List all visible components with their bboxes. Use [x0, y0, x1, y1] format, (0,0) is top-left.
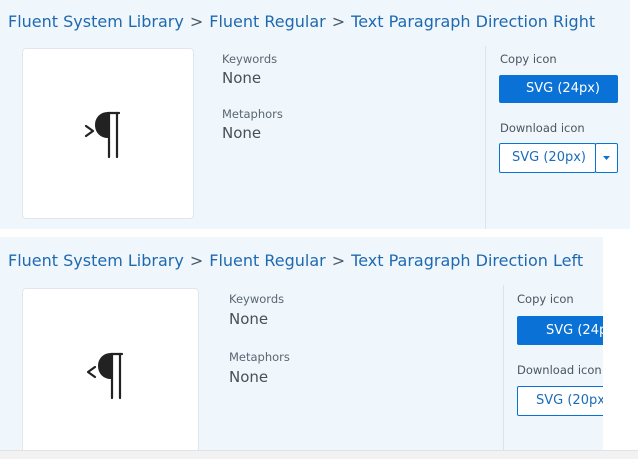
breadcrumb-separator: >: [189, 12, 204, 31]
metaphors-label: Metaphors: [222, 107, 283, 121]
breadcrumb-style-link[interactable]: Fluent Regular: [209, 251, 326, 270]
breadcrumb-separator: >: [331, 251, 346, 270]
text-paragraph-direction-right-icon: [84, 111, 121, 159]
divider: [485, 46, 486, 229]
breadcrumb-icon-name: Text Paragraph Direction Left: [351, 251, 584, 270]
copy-svg-button[interactable]: SVG (24px): [517, 316, 603, 345]
download-svg-button[interactable]: SVG (20px): [499, 143, 596, 173]
metaphors-label: Metaphors: [229, 350, 290, 364]
metaphors-value: None: [222, 124, 262, 142]
keywords-label: Keywords: [229, 292, 285, 306]
breadcrumb: Fluent System Library > Fluent Regular > Tex…: [8, 12, 595, 31]
keywords-value: None: [229, 310, 269, 328]
breadcrumb-style-link[interactable]: Fluent Regular: [209, 12, 326, 31]
caret-down-icon: [603, 156, 610, 160]
text-paragraph-direction-left-icon: [86, 352, 124, 400]
keywords-label: Keywords: [222, 52, 278, 66]
keywords-value: None: [222, 69, 262, 87]
copy-icon-label: Copy icon: [517, 292, 574, 306]
download-options-dropdown[interactable]: [595, 143, 618, 173]
copy-svg-button-label: SVG (24px): [526, 81, 600, 96]
icon-detail-panel-right: Fluent System Library > Fluent Regular > Tex…: [0, 0, 630, 229]
breadcrumb-separator: >: [331, 12, 346, 31]
download-svg-button[interactable]: SVG (20px): [517, 386, 603, 416]
icon-detail-panel-left: Fluent System Library > Fluent Regular > Tex…: [0, 237, 603, 450]
download-svg-button-label: SVG (20px): [536, 393, 603, 408]
metaphors-value: None: [229, 368, 269, 386]
breadcrumb-library-link[interactable]: Fluent System Library: [8, 12, 184, 31]
copy-icon-label: Copy icon: [500, 52, 557, 66]
breadcrumb-icon-name: Text Paragraph Direction Right: [351, 12, 596, 31]
download-icon-label: Download icon: [500, 121, 585, 135]
download-svg-button-label: SVG (20px): [512, 150, 586, 165]
copy-svg-button[interactable]: SVG (24px): [499, 75, 618, 103]
icon-preview: [22, 288, 199, 450]
breadcrumb-library-link[interactable]: Fluent System Library: [8, 251, 184, 270]
breadcrumb-separator: >: [189, 251, 204, 270]
breadcrumb: Fluent System Library > Fluent Regular > Tex…: [8, 251, 583, 270]
copy-svg-button-label: SVG (24px): [546, 323, 603, 338]
download-icon-label: Download icon: [517, 363, 602, 377]
divider: [503, 285, 504, 450]
icon-preview: [22, 48, 194, 219]
